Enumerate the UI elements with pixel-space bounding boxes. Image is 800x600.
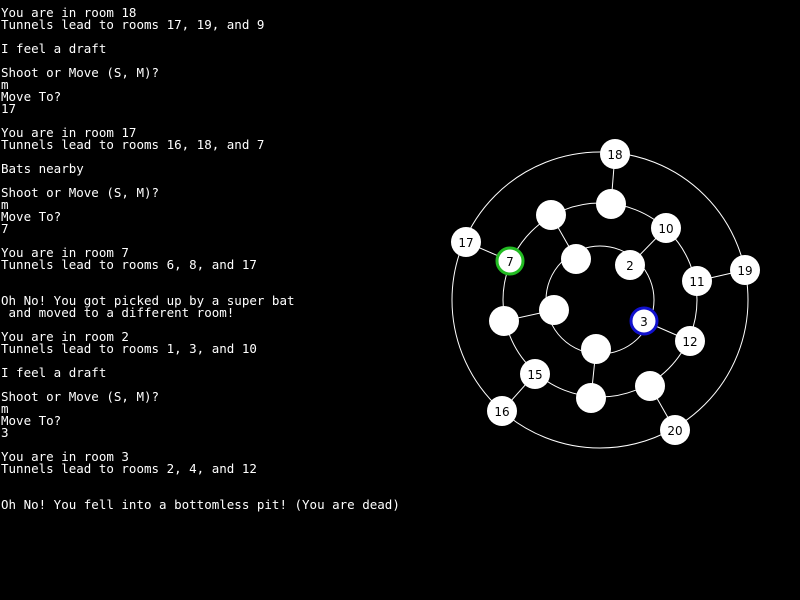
room-label: 18	[607, 148, 622, 162]
room-node-10: 10	[651, 213, 681, 243]
room-node-8	[536, 200, 566, 230]
cave-rooms: 18 19 20 16 17 10 11 12 15 7 2 3	[451, 139, 760, 445]
room-circle	[581, 334, 611, 364]
room-node-3: 3	[629, 306, 659, 336]
room-label: 2	[626, 259, 634, 273]
room-node-5	[539, 295, 569, 325]
room-label: 3	[640, 315, 648, 329]
room-node-1	[561, 244, 591, 274]
room-label: 17	[458, 236, 473, 250]
room-node-13	[635, 371, 665, 401]
room-node-18: 18	[600, 139, 630, 169]
room-circle	[489, 306, 519, 336]
room-node-20: 20	[660, 415, 690, 445]
room-circle	[596, 189, 626, 219]
room-circle	[539, 295, 569, 325]
room-circle	[635, 371, 665, 401]
room-node-17: 17	[451, 227, 481, 257]
room-label: 20	[667, 424, 682, 438]
room-label: 19	[737, 264, 752, 278]
room-node-15: 15	[520, 359, 550, 389]
cave-map: 18 19 20 16 17 10 11 12 15 7 2 3	[451, 139, 760, 449]
room-label: 16	[494, 405, 509, 419]
room-node-7: 7	[495, 246, 525, 276]
room-circle	[536, 200, 566, 230]
room-node-6	[489, 306, 519, 336]
room-node-16: 16	[487, 396, 517, 426]
room-node-12: 12	[675, 326, 705, 356]
room-circle	[576, 383, 606, 413]
room-node-2: 2	[615, 250, 645, 280]
room-node-4	[581, 334, 611, 364]
room-node-11: 11	[682, 266, 712, 296]
room-circle	[561, 244, 591, 274]
room-node-19: 19	[730, 255, 760, 285]
room-label: 12	[682, 335, 697, 349]
room-label: 11	[689, 275, 704, 289]
room-node-9	[596, 189, 626, 219]
room-label: 15	[527, 368, 542, 382]
room-node-14	[576, 383, 606, 413]
room-label: 10	[658, 222, 673, 236]
room-label: 7	[506, 255, 514, 269]
